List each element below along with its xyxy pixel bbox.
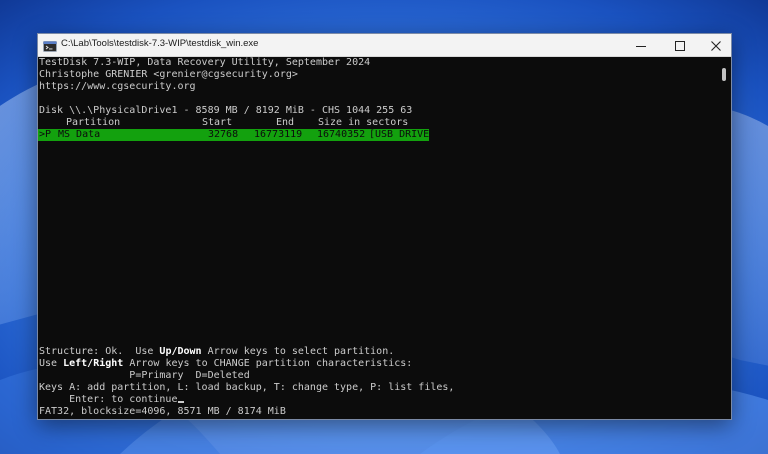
enter-continue-text: Enter: to continue [39, 394, 178, 405]
header-url-line: https://www.cgsecurity.org [39, 81, 196, 92]
title-bar[interactable]: C:\Lab\Tools\testdisk-7.3-WIP\testdisk_w… [38, 34, 731, 57]
column-header-end: End [276, 117, 295, 128]
partition-marker: >P [39, 129, 52, 140]
window-title: C:\Lab\Tools\testdisk-7.3-WIP\testdisk_w… [61, 38, 259, 49]
partition-name: MS Data [58, 129, 101, 140]
change-characteristics-line: Use Left/Right Arrow keys to CHANGE part… [39, 358, 412, 370]
partition-size: 16740352 [317, 129, 366, 140]
close-icon [711, 36, 721, 55]
column-header-partition: Partition [66, 117, 121, 128]
console-output[interactable]: TestDisk 7.3-WIP, Data Recovery Utility,… [38, 57, 718, 419]
testdisk-console-window: C:\Lab\Tools\testdisk-7.3-WIP\testdisk_w… [37, 33, 732, 420]
vertical-scrollbar[interactable] [718, 57, 731, 419]
text-cursor [178, 401, 185, 403]
column-header-size: Size in sectors [318, 117, 409, 128]
structure-status-suffix: Arrow keys to select partition. [201, 346, 395, 357]
partition-label: [USB DRIVE] [369, 129, 436, 140]
structure-status-text: Structure: Ok. Use [39, 346, 160, 357]
change-characteristics-text: Arrow keys to CHANGE partition character… [123, 358, 413, 369]
header-author-line: Christophe GRENIER <grenier@cgsecurity.o… [39, 69, 298, 80]
header-title-line: TestDisk 7.3-WIP, Data Recovery Utility,… [39, 57, 371, 68]
maximize-icon [675, 36, 685, 55]
left-right-key-label: Left/Right [63, 358, 124, 369]
up-down-key-label: Up/Down [159, 346, 202, 357]
filesystem-info-line: FAT32, blocksize=4096, 8571 MB / 8174 Mi… [39, 406, 286, 417]
partition-row-selected[interactable]: >P MS Data 32768 16773119 16740352 [USB … [38, 129, 435, 141]
console-app-icon [43, 38, 57, 52]
partition-start: 32768 [208, 129, 239, 140]
keys-help-line: Keys A: add partition, L: load backup, T… [39, 382, 455, 393]
partition-type-legend: P=Primary D=Deleted [39, 370, 250, 381]
disk-info-line: Disk \\.\PhysicalDrive1 - 8589 MB / 8192… [39, 105, 413, 116]
change-characteristics-prefix: Use [39, 358, 64, 369]
partition-table-header: Partition Start End Size in sectors [39, 117, 439, 129]
close-button[interactable] [700, 34, 731, 56]
scrollbar-thumb[interactable] [722, 68, 726, 81]
structure-status-line: Structure: Ok. Use Up/Down Arrow keys to… [39, 346, 394, 358]
column-header-start: Start [202, 117, 233, 128]
minimize-button[interactable] [625, 34, 657, 56]
partition-end: 16773119 [254, 129, 303, 140]
maximize-button[interactable] [664, 34, 696, 56]
minimize-icon [636, 36, 646, 55]
enter-continue-line: Enter: to continue [39, 394, 185, 406]
